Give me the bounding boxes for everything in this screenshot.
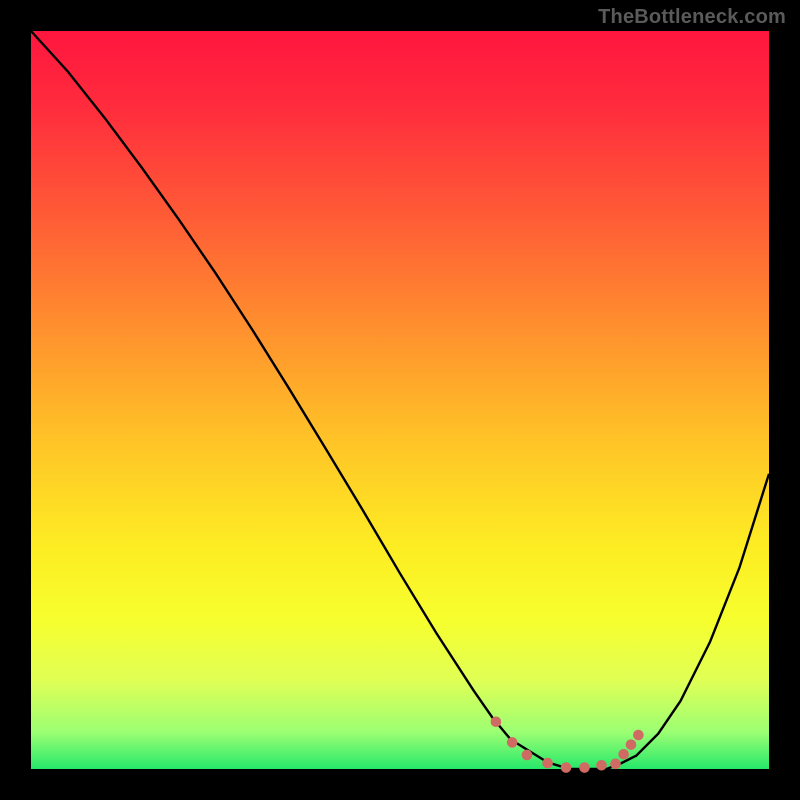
curve-marker — [596, 760, 607, 771]
watermark-text: TheBottleneck.com — [598, 6, 786, 29]
curve-marker — [507, 737, 518, 748]
bottleneck-curve — [31, 31, 769, 769]
curve-marker — [491, 716, 502, 727]
curve-marker — [522, 750, 533, 761]
chart-overlay — [31, 31, 769, 769]
curve-markers — [491, 716, 644, 772]
curve-marker — [579, 762, 590, 773]
curve-marker — [610, 759, 621, 770]
curve-marker — [626, 739, 637, 750]
curve-marker — [542, 758, 553, 769]
curve-marker — [561, 762, 572, 773]
curve-marker — [618, 749, 629, 760]
curve-marker — [633, 730, 644, 741]
